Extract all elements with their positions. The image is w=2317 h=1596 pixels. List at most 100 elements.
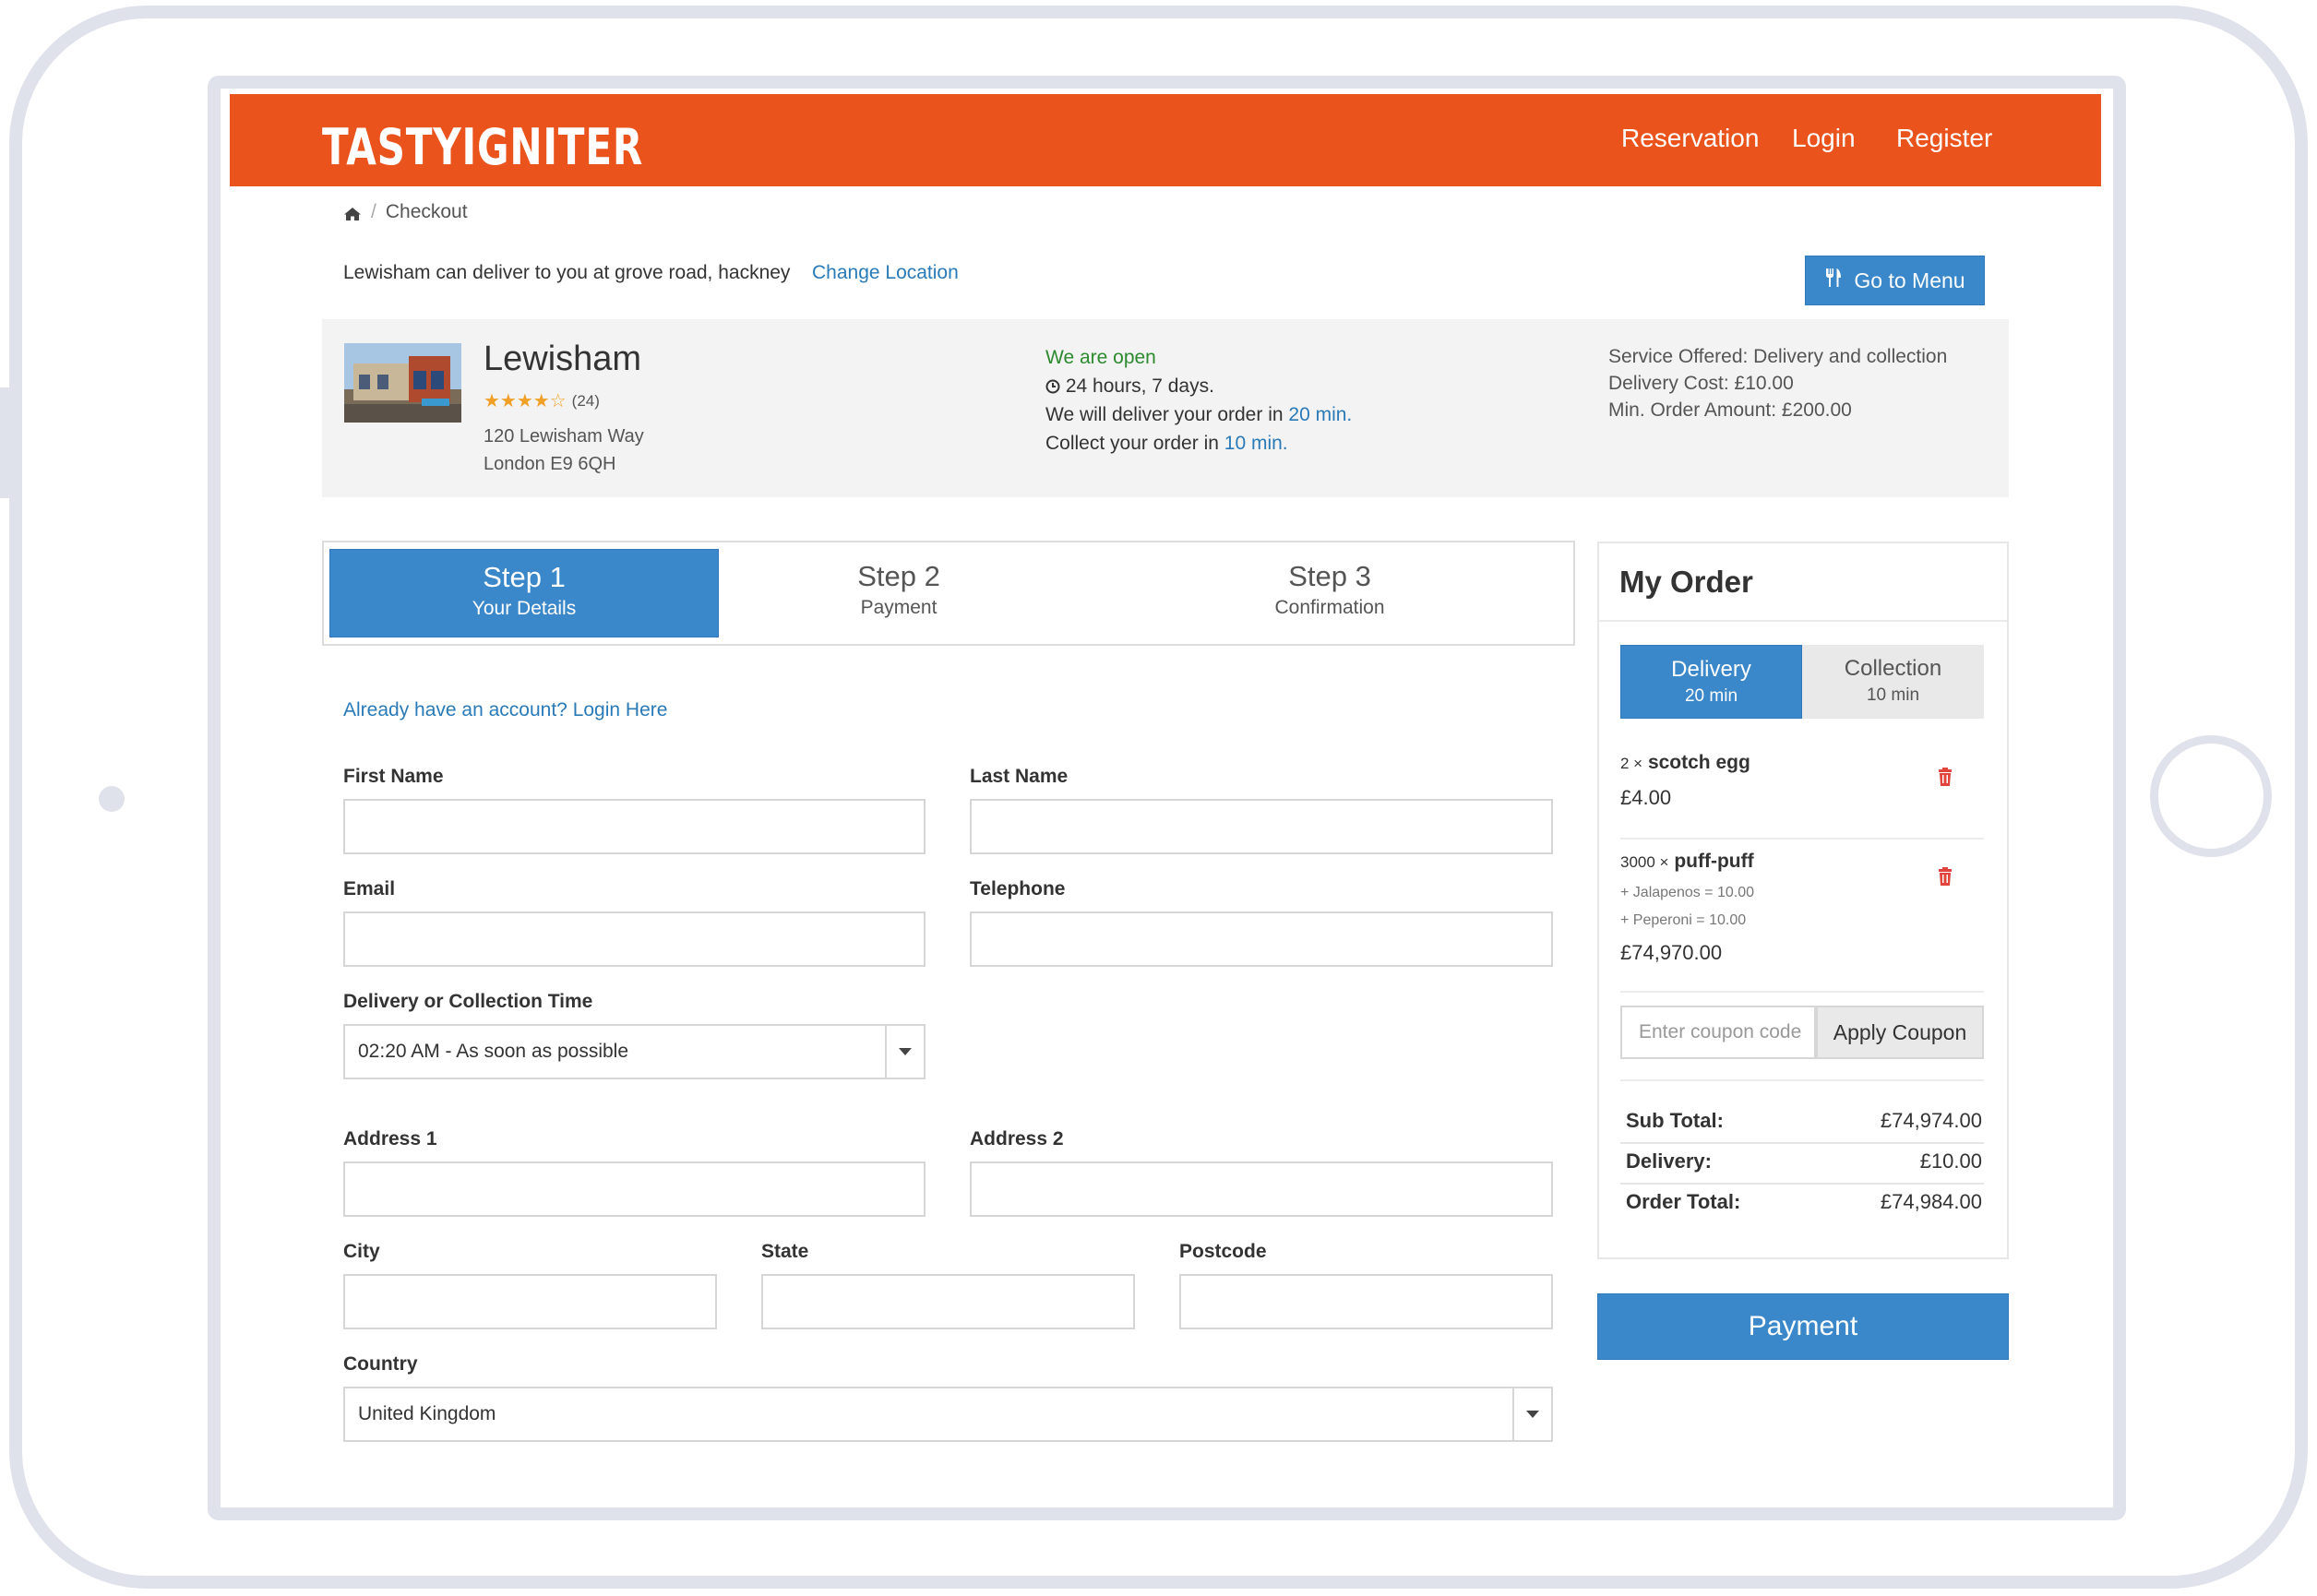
country-select-value: United Kingdom — [358, 1403, 496, 1424]
location-info-panel: Lewisham ★★★★☆ (24) 120 Lewisham Way Lon… — [322, 319, 2009, 497]
open-status: We are open — [1045, 347, 1156, 368]
address-line-2: London E9 6QH — [484, 454, 616, 474]
last-name-field[interactable] — [970, 799, 1553, 854]
cart-item-qty: 2 × — [1620, 755, 1643, 772]
cart-item-price: £74,970.00 — [1620, 941, 1723, 964]
order-total-label: Order Total: — [1626, 1190, 1741, 1213]
step-1-subtitle: Your Details — [472, 598, 577, 619]
nav-login-link[interactable]: Login — [1792, 124, 1856, 153]
address1-label: Address 1 — [343, 1128, 437, 1149]
divider — [1620, 1079, 1984, 1081]
email-field[interactable] — [343, 911, 926, 967]
my-order-title: My Order — [1619, 565, 1753, 599]
step-3-confirmation[interactable]: Step 3 Confirmation — [1136, 549, 1523, 637]
divider — [1599, 620, 2007, 622]
tab-collection-label: Collection — [1844, 656, 1942, 681]
tab-delivery[interactable]: Delivery 20 min — [1620, 645, 1802, 719]
postcode-label: Postcode — [1179, 1241, 1267, 1262]
tablet-camera — [99, 786, 125, 812]
address2-field[interactable] — [970, 1161, 1553, 1217]
order-total-row: Order Total: £74,984.00 — [1620, 1183, 1984, 1221]
restaurant-name: Lewisham — [484, 339, 642, 378]
divider — [1620, 991, 1984, 993]
tab-collection[interactable]: Collection 10 min — [1802, 645, 1984, 719]
step-2-title: Step 2 — [857, 560, 940, 592]
service-info: Service Offered: Delivery and collection… — [1608, 343, 1947, 423]
delivery-time-value: 20 min. — [1288, 404, 1353, 425]
state-label: State — [761, 1241, 809, 1262]
step-1-your-details[interactable]: Step 1 Your Details — [329, 549, 719, 637]
chevron-down-icon[interactable] — [885, 1026, 924, 1078]
time-select-value: 02:20 AM - As soon as possible — [358, 1041, 629, 1062]
delivery-label: Delivery: — [1626, 1149, 1712, 1173]
hours-text: 24 hours, 7 days. — [1065, 375, 1214, 397]
nav-register-link[interactable]: Register — [1896, 124, 1992, 153]
nav-reservation-link[interactable]: Reservation — [1621, 124, 1759, 153]
cart-item-name[interactable]: 2 × scotch egg — [1620, 752, 1750, 774]
rating-stars: ★★★★☆ — [484, 391, 567, 411]
cart-item-qty: 3000 × — [1620, 853, 1669, 871]
delivery-cost: Delivery Cost: £10.00 — [1608, 373, 1794, 394]
step-2-subtitle: Payment — [860, 597, 938, 618]
payment-button[interactable]: Payment — [1597, 1293, 2009, 1360]
app-screen: TASTYIGNITER Reservation Login Register … — [230, 94, 2101, 1507]
clock-icon — [1045, 375, 1060, 397]
time-select[interactable]: 02:20 AM - As soon as possible — [343, 1024, 926, 1079]
apply-coupon-button[interactable]: Apply Coupon — [1816, 1006, 1984, 1059]
address-line-1: 120 Lewisham Way — [484, 426, 644, 447]
account-question: Already have an account? — [343, 699, 567, 721]
city-field[interactable] — [343, 1274, 717, 1329]
step-1-title: Step 1 — [483, 561, 566, 593]
delivery-address-text: Lewisham can deliver to you at grove roa… — [343, 262, 791, 283]
email-label: Email — [343, 878, 396, 899]
breadcrumb: / Checkout — [343, 201, 468, 223]
tablet-side-button — [0, 387, 15, 498]
trash-icon[interactable] — [1938, 867, 1953, 886]
restaurant-address: 120 Lewisham Way London E9 6QH — [484, 423, 644, 478]
state-field[interactable] — [761, 1274, 1135, 1329]
delivery-time-text: We will deliver your order in 20 min. — [1045, 400, 1352, 429]
opening-info: We are open 24 hours, 7 days. We will de… — [1045, 343, 1352, 458]
tab-delivery-label: Delivery — [1671, 657, 1751, 682]
address1-field[interactable] — [343, 1161, 926, 1217]
trash-icon[interactable] — [1938, 768, 1953, 786]
go-to-menu-button[interactable]: Go to Menu — [1805, 256, 1985, 305]
rating: ★★★★☆ (24) — [484, 389, 600, 412]
cart-item-option: + Peperoni = 10.00 — [1620, 912, 1747, 928]
postcode-field[interactable] — [1179, 1274, 1553, 1329]
opening-hours: 24 hours, 7 days. — [1045, 372, 1352, 400]
change-location-link[interactable]: Change Location — [812, 262, 959, 284]
address2-label: Address 2 — [970, 1128, 1064, 1149]
review-count: (24) — [571, 391, 600, 410]
chevron-down-icon[interactable] — [1512, 1388, 1551, 1440]
cutlery-icon — [1824, 268, 1843, 293]
step-3-title: Step 3 — [1288, 560, 1371, 592]
subtotal-value: £74,974.00 — [1880, 1109, 1982, 1132]
telephone-field[interactable] — [970, 911, 1553, 967]
tablet-home-button — [2150, 735, 2272, 857]
order-total-value: £74,984.00 — [1880, 1190, 1982, 1213]
divider — [1620, 838, 1984, 840]
breadcrumb-current: Checkout — [385, 201, 468, 222]
cart-item-name[interactable]: 3000 × puff-puff — [1620, 851, 1754, 873]
subtotal-label: Sub Total: — [1626, 1109, 1724, 1132]
last-name-label: Last Name — [970, 766, 1069, 787]
first-name-label: First Name — [343, 766, 444, 787]
step-2-payment[interactable]: Step 2 Payment — [728, 549, 1069, 637]
login-prompt: Already have an account? Login Here — [343, 699, 667, 721]
collect-time-text: Collect your order in 10 min. — [1045, 429, 1352, 458]
coupon-code-input[interactable]: Enter coupon code — [1620, 1006, 1816, 1059]
time-label: Delivery or Collection Time — [343, 991, 593, 1012]
service-offered: Service Offered: Delivery and collection — [1608, 346, 1948, 367]
city-label: City — [343, 1241, 380, 1262]
home-icon[interactable] — [343, 205, 362, 220]
tab-delivery-time: 20 min — [1684, 686, 1738, 706]
collect-time-prefix: Collect your order in — [1045, 433, 1219, 454]
delivery-time-prefix: We will deliver your order in — [1045, 404, 1284, 425]
login-here-link[interactable]: Login Here — [573, 699, 668, 721]
country-select[interactable]: United Kingdom — [343, 1387, 1553, 1442]
checkout-steps: Step 1 Your Details Step 2 Payment Step … — [322, 541, 1575, 646]
site-logo[interactable]: TASTYIGNITER — [322, 118, 643, 176]
breadcrumb-separator: / — [371, 201, 376, 222]
first-name-field[interactable] — [343, 799, 926, 854]
